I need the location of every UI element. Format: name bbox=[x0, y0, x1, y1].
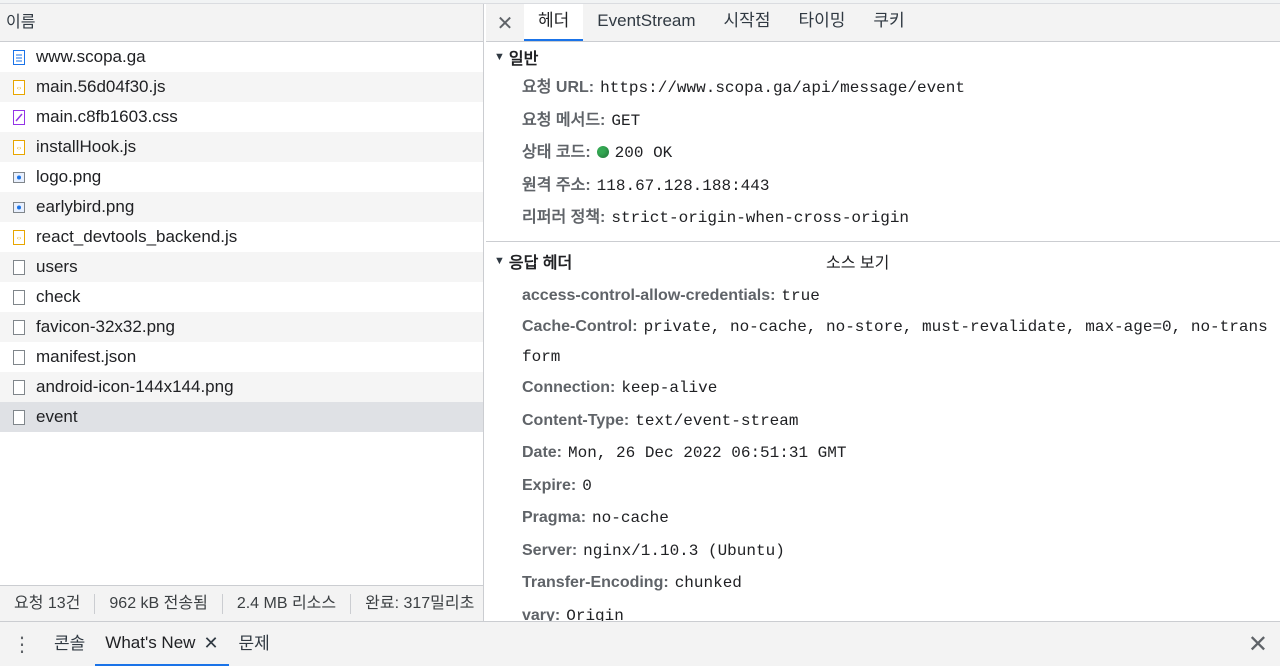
blank-file-icon bbox=[12, 349, 25, 365]
header-row[interactable]: Expire: 0 bbox=[486, 470, 1280, 503]
tab-issues[interactable]: 문제 bbox=[229, 622, 280, 666]
script-icon: ‹› bbox=[12, 229, 25, 245]
tab-initiator[interactable]: 시작점 bbox=[710, 4, 785, 41]
request-name: www.scopa.ga bbox=[36, 47, 146, 66]
request-name: android-icon-144x144.png bbox=[36, 377, 234, 396]
header-row[interactable]: Transfer-Encoding: chunked bbox=[486, 567, 1280, 600]
header-row[interactable]: Pragma: no-cache bbox=[486, 502, 1280, 535]
header-row[interactable]: Cache-Control: private, no-cache, no-stor… bbox=[486, 312, 1280, 372]
stylesheet-icon bbox=[12, 109, 25, 125]
image-icon bbox=[12, 199, 25, 215]
finish-time: 완료: 317밀리초 bbox=[365, 594, 475, 612]
svg-text:‹›: ‹› bbox=[16, 235, 21, 242]
header-row[interactable]: 리퍼러 정책: strict-origin-when-cross-origin bbox=[486, 202, 1280, 235]
tab-eventstream[interactable]: EventStream bbox=[583, 4, 709, 41]
request-name: event bbox=[36, 407, 78, 426]
header-row[interactable]: Date: Mon, 26 Dec 2022 06:51:31 GMT bbox=[486, 437, 1280, 470]
close-icon: ✕ bbox=[496, 12, 514, 35]
request-row[interactable]: www.scopa.ga bbox=[0, 42, 483, 72]
header-row[interactable]: 상태 코드: 200 OK bbox=[486, 137, 1280, 170]
blank-file-icon bbox=[12, 409, 25, 425]
request-name: logo.png bbox=[36, 167, 102, 186]
header-row[interactable]: 원격 주소: 118.67.128.188:443 bbox=[486, 170, 1280, 203]
status-ok-icon bbox=[596, 146, 609, 158]
request-name: favicon-32x32.png bbox=[36, 317, 175, 336]
request-list-pane: 이름 www.scopa.ga ‹› main.56d04f30.js main.c8… bbox=[0, 4, 484, 621]
header-row[interactable]: vary: Origin bbox=[486, 600, 1280, 622]
header-row[interactable]: 요청 URL: https://www.scopa.ga/api/message/… bbox=[486, 72, 1280, 105]
tab-cookies[interactable]: 쿠키 bbox=[859, 4, 918, 41]
close-tab-icon[interactable]: ✕ bbox=[203, 623, 218, 663]
header-row[interactable]: Content-Type: text/event-stream bbox=[486, 405, 1280, 438]
more-options-button[interactable]: ⋮ bbox=[0, 632, 44, 657]
document-icon bbox=[12, 49, 25, 65]
response-headers-title: 응답 헤더 bbox=[508, 254, 573, 272]
status-bar: 요청 13건 962 kB 전송됨 2.4 MB 리소스 완료: 317밀리초 bbox=[0, 585, 483, 621]
script-icon: ‹› bbox=[12, 139, 25, 155]
close-drawer-button[interactable]: ✕ bbox=[1248, 630, 1268, 659]
general-section-toggle[interactable]: ▼ 일반 bbox=[486, 42, 1280, 72]
request-row[interactable]: ‹› react_devtools_backend.js bbox=[0, 222, 483, 252]
request-row[interactable]: earlybird.png bbox=[0, 192, 483, 222]
general-section: ▼ 일반 요청 URL: https://www.scopa.ga/api/mes… bbox=[486, 42, 1280, 242]
request-name: react_devtools_backend.js bbox=[36, 227, 238, 246]
details-tabs: ✕ 헤더 EventStream 시작점 타이밍 쿠키 bbox=[486, 4, 1280, 42]
triangle-down-icon: ▼ bbox=[494, 51, 505, 63]
header-row[interactable]: access-control-allow-credentials: true bbox=[486, 280, 1280, 313]
view-source-link[interactable]: 소스 보기 bbox=[826, 249, 889, 273]
header-row[interactable]: 요청 메서드: GET bbox=[486, 105, 1280, 138]
header-row[interactable]: Server: nginx/1.10.3 (Ubuntu) bbox=[486, 535, 1280, 568]
response-headers-section: ▼ 응답 헤더 소스 보기 access-control-allow-crede… bbox=[486, 242, 1280, 622]
details-pane: ✕ 헤더 EventStream 시작점 타이밍 쿠키 ▼ 일반 요청 URL:… bbox=[486, 4, 1280, 621]
blank-file-icon bbox=[12, 379, 25, 395]
tab-whats-new[interactable]: What's New ✕ bbox=[95, 622, 229, 666]
request-row[interactable]: logo.png bbox=[0, 162, 483, 192]
blank-file-icon bbox=[12, 289, 25, 305]
request-name: installHook.js bbox=[36, 137, 137, 156]
request-name: check bbox=[36, 287, 81, 306]
request-row[interactable]: check bbox=[0, 282, 483, 312]
triangle-down-icon: ▼ bbox=[494, 254, 505, 267]
kebab-menu-icon: ⋮ bbox=[12, 633, 32, 656]
close-icon: ✕ bbox=[1247, 631, 1268, 658]
request-name: users bbox=[36, 257, 78, 276]
tab-console[interactable]: 콘솔 bbox=[44, 622, 95, 666]
request-count: 요청 13건 bbox=[0, 593, 96, 614]
request-row[interactable]: manifest.json bbox=[0, 342, 483, 372]
request-name: manifest.json bbox=[36, 347, 137, 366]
svg-text:‹›: ‹› bbox=[16, 85, 21, 92]
request-name: earlybird.png bbox=[36, 197, 135, 216]
script-icon: ‹› bbox=[12, 79, 25, 95]
svg-text:‹›: ‹› bbox=[16, 145, 21, 152]
request-row[interactable]: favicon-32x32.png bbox=[0, 312, 483, 342]
request-name: main.56d04f30.js bbox=[36, 77, 166, 96]
image-icon bbox=[12, 169, 25, 185]
transferred-size: 962 kB 전송됨 bbox=[95, 593, 223, 614]
response-headers-toggle[interactable]: ▼ 응답 헤더 소스 보기 bbox=[486, 242, 1280, 280]
tab-timing[interactable]: 타이밍 bbox=[784, 4, 859, 41]
request-name: main.c8fb1603.css bbox=[36, 107, 178, 126]
bottom-drawer: ⋮ 콘솔 What's New ✕ 문제 ✕ bbox=[0, 621, 1280, 666]
request-row[interactable]: users bbox=[0, 252, 483, 282]
blank-file-icon bbox=[12, 319, 25, 335]
close-details-button[interactable]: ✕ bbox=[486, 5, 524, 41]
tab-headers[interactable]: 헤더 bbox=[524, 4, 584, 41]
header-row[interactable]: Connection: keep-alive bbox=[486, 372, 1280, 405]
request-row[interactable]: event bbox=[0, 402, 483, 432]
request-list: www.scopa.ga ‹› main.56d04f30.js main.c8fb1… bbox=[0, 42, 483, 432]
general-section-title: 일반 bbox=[508, 51, 539, 68]
request-row[interactable]: android-icon-144x144.png bbox=[0, 372, 483, 402]
request-row[interactable]: main.c8fb1603.css bbox=[0, 102, 483, 132]
blank-file-icon bbox=[12, 259, 25, 275]
name-column-header[interactable]: 이름 bbox=[0, 4, 483, 42]
request-row[interactable]: ‹› main.56d04f30.js bbox=[0, 72, 483, 102]
resources-size: 2.4 MB 리소스 bbox=[223, 593, 352, 614]
request-row[interactable]: ‹› installHook.js bbox=[0, 132, 483, 162]
